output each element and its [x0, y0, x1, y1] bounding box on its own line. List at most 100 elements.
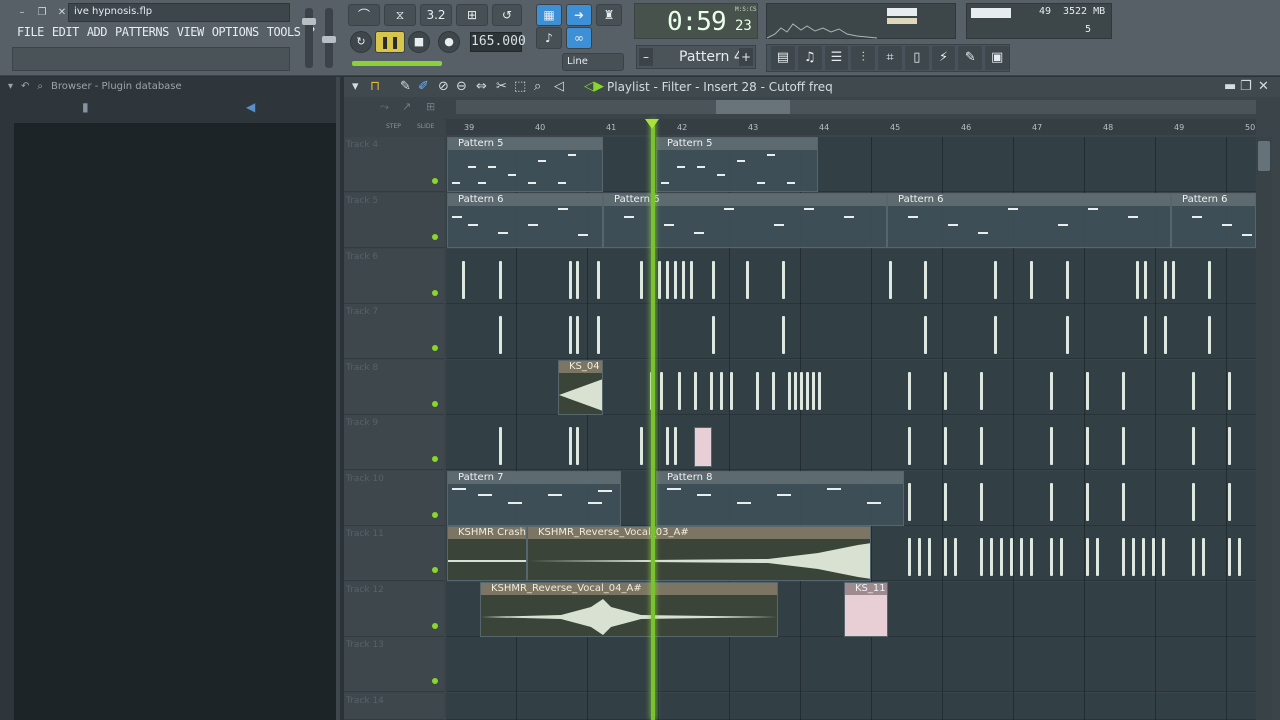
vertical-scrollbar[interactable] — [1256, 137, 1272, 720]
pencil-icon[interactable]: ✎ — [400, 79, 411, 94]
menu-options[interactable]: OPTIONS — [209, 25, 262, 39]
tempo-display[interactable]: 165.000 — [470, 32, 526, 52]
audio-clip[interactable] — [694, 427, 712, 467]
magnet-icon[interactable]: ⊓ — [370, 79, 380, 94]
mute-icon[interactable]: ⊖ — [456, 79, 467, 94]
pattern-clip[interactable]: Pattern 6 — [1171, 193, 1256, 248]
audio-clip[interactable]: KSHMR_Reverse_Vocal_04_A# — [480, 582, 778, 637]
pattern-selector[interactable]: – Pattern 4 + — [636, 45, 756, 69]
paint-icon[interactable]: ✐ — [418, 79, 429, 94]
select-icon[interactable]: ⬚ — [514, 79, 526, 94]
slip-icon[interactable]: ⇔ — [476, 79, 487, 94]
browser-list[interactable] — [14, 123, 336, 720]
playhead[interactable] — [651, 120, 655, 720]
plugin-picker-icon[interactable]: ⌗ — [878, 46, 902, 70]
stop-button[interactable]: ■ — [408, 31, 430, 53]
pattern-add-icon[interactable]: + — [739, 48, 753, 66]
menu-tools[interactable]: TOOLS — [264, 25, 304, 39]
track-led-icon[interactable] — [432, 401, 438, 407]
track-header[interactable]: Track 12 — [344, 582, 444, 637]
pattern-song-toggle[interactable]: ▦ — [536, 4, 562, 26]
track-header[interactable]: Track 6 — [344, 249, 444, 304]
song-mode-icon[interactable]: ↻ — [350, 31, 372, 53]
metronome-icon[interactable]: ♜ — [596, 4, 622, 26]
playhead-marker-icon[interactable] — [645, 119, 659, 129]
arrow-icon[interactable]: ➜ — [566, 4, 592, 26]
metronome-button[interactable]: ⌒ — [348, 4, 380, 26]
track-led-icon[interactable] — [432, 567, 438, 573]
track-header[interactable]: Track 10 — [344, 471, 444, 526]
step-label[interactable]: STEP — [386, 123, 401, 130]
piano-roll-icon[interactable]: ♫ — [797, 46, 822, 70]
pause-button[interactable]: ❚❚ — [375, 31, 405, 53]
delete-icon[interactable]: ⊘ — [438, 79, 449, 94]
zoom-icon[interactable]: ⌕ — [534, 79, 541, 94]
countdown-button[interactable]: 3.2 — [420, 4, 452, 26]
master-pitch-slider[interactable] — [322, 8, 336, 68]
grid-icon[interactable]: ⊞ — [426, 100, 435, 113]
browser-toggle-icon[interactable]: ▣ — [985, 46, 1010, 70]
typing-keyboard-icon[interactable]: ♪ — [536, 27, 562, 49]
track-header[interactable]: Track 5 — [344, 193, 444, 248]
audio-clip[interactable]: KSHMR_Reverse_Vocal_03_A# — [527, 526, 871, 581]
minimize-icon[interactable]: – — [14, 6, 30, 20]
track-led-icon[interactable] — [432, 345, 438, 351]
menu-file[interactable]: FILE — [14, 25, 47, 39]
track-led-icon[interactable] — [432, 678, 438, 684]
browser-search-icon[interactable]: ⌕ — [37, 81, 43, 93]
track-led-icon[interactable] — [432, 290, 438, 296]
audio-clip[interactable]: KS_11 — [844, 582, 888, 637]
file-icon[interactable]: ▮ — [82, 100, 89, 114]
menu-view[interactable]: VIEW — [174, 25, 207, 39]
project-info-icon[interactable]: ▯ — [904, 46, 929, 70]
playback-icon[interactable]: ◁ — [554, 79, 564, 94]
timeline-ruler[interactable]: 39 40 41 42 43 44 45 46 47 48 49 50 — [446, 119, 1256, 135]
track-header[interactable]: Track 11 — [344, 526, 444, 581]
playlist-menu-icon[interactable]: ▾ — [352, 79, 359, 94]
pattern-clip[interactable]: Pattern 7 — [447, 471, 621, 526]
record-wait-button[interactable]: ⧖ — [384, 4, 416, 26]
pattern-clip[interactable]: Pattern 6 — [887, 193, 1171, 248]
nudge-icon[interactable]: ↗ — [402, 100, 411, 113]
pattern-clip[interactable]: Pattern 6 — [603, 193, 887, 248]
track-header[interactable]: Track 7 — [344, 304, 444, 359]
link-icon[interactable]: ∞ — [566, 27, 592, 49]
track-header[interactable]: Track 9 — [344, 415, 444, 470]
pattern-clip[interactable]: Pattern 5 — [447, 137, 603, 192]
scrollbar-thumb[interactable] — [716, 100, 790, 114]
menu-add[interactable]: ADD — [84, 25, 110, 39]
menu-edit[interactable]: EDIT — [49, 25, 82, 39]
track-led-icon[interactable] — [432, 234, 438, 240]
snap-selector[interactable]: Line — [562, 53, 624, 71]
browser-menu-icon[interactable]: ▾ — [8, 81, 13, 93]
speaker-icon[interactable]: ◀ — [246, 100, 255, 114]
loop-record-button[interactable]: ↺ — [492, 4, 522, 26]
track-header[interactable]: Track 4 — [344, 137, 444, 192]
track-led-icon[interactable] — [432, 456, 438, 462]
mixer-icon[interactable]: ⫶ — [851, 46, 876, 70]
browser-back-icon[interactable]: ↶ — [21, 81, 29, 93]
track-header[interactable]: Track 13 — [344, 637, 444, 692]
menu-patterns[interactable]: PATTERNS — [112, 25, 172, 39]
pattern-arrow-icon[interactable]: ◁▶ — [584, 79, 604, 94]
pattern-prev-icon[interactable]: – — [639, 48, 653, 66]
plug-icon[interactable]: ⚡ — [931, 46, 956, 70]
vscroll-thumb[interactable] — [1258, 141, 1270, 171]
horizontal-scrollbar[interactable] — [456, 100, 1256, 114]
step-edit-button[interactable]: ⊞ — [456, 4, 488, 26]
audio-clip[interactable]: KS_04 — [558, 360, 603, 415]
master-volume-slider[interactable] — [302, 8, 316, 68]
playlist-icon[interactable]: ▤ — [771, 46, 795, 70]
step-icon[interactable]: ⤳ — [380, 100, 389, 114]
track-header[interactable]: Track 14 — [344, 693, 444, 720]
channel-rack-icon[interactable]: ☰ — [824, 46, 849, 70]
pattern-clip[interactable]: Pattern 6 — [447, 193, 603, 248]
slide-label[interactable]: SLIDE — [417, 123, 434, 130]
pattern-clip[interactable]: Pattern 5 — [656, 137, 818, 192]
track-led-icon[interactable] — [432, 623, 438, 629]
touch-keyboard-icon[interactable]: ✎ — [958, 46, 983, 70]
restore-icon[interactable]: ❐ — [34, 6, 50, 20]
track-led-icon[interactable] — [432, 178, 438, 184]
record-button[interactable]: ● — [438, 31, 460, 53]
audio-clip[interactable]: KSHMR Crash — [447, 526, 527, 581]
